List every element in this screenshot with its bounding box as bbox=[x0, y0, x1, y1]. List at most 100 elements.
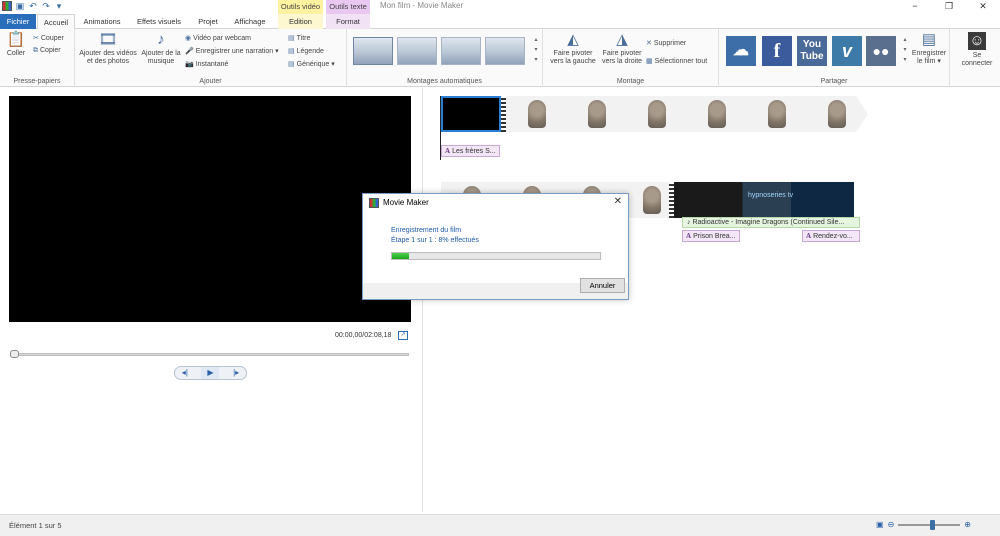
onedrive-icon[interactable]: ☁ bbox=[726, 36, 756, 66]
storyboard-view-icon[interactable]: ▣ bbox=[876, 520, 884, 529]
redo-icon[interactable]: ↷ bbox=[41, 1, 51, 11]
caption-item[interactable]: A Rendez-vo... bbox=[802, 230, 860, 242]
clip-promo-frame[interactable] bbox=[674, 182, 854, 218]
video-preview[interactable] bbox=[9, 96, 411, 322]
zoom-slider[interactable] bbox=[898, 519, 961, 530]
tab-visual-effects[interactable]: Effets visuels bbox=[130, 14, 188, 29]
clip-frame[interactable] bbox=[746, 96, 806, 132]
storyboard-row-1 bbox=[441, 96, 868, 132]
cut-button[interactable]: ✂ Couper bbox=[33, 34, 64, 42]
automovie-theme-4[interactable] bbox=[485, 37, 525, 65]
narration-button[interactable]: 🎤 Enregistrer une narration ▾ bbox=[185, 47, 279, 55]
automovie-theme-2[interactable] bbox=[397, 37, 437, 65]
caption-item[interactable]: A Les frères S... bbox=[441, 145, 500, 157]
webcam-icon: ◉ bbox=[185, 35, 192, 42]
clip-frame[interactable] bbox=[506, 96, 566, 132]
copy-button[interactable]: ⧉ Copier bbox=[33, 47, 61, 55]
fullscreen-preview-icon[interactable]: ↗ bbox=[398, 331, 408, 340]
previous-frame-icon[interactable]: ◂| bbox=[182, 367, 188, 379]
editing-group: ◭ Faire pivoter vers la gauche ◮ Faire p… bbox=[543, 29, 719, 87]
title-button[interactable]: ▤ Titre bbox=[288, 34, 310, 42]
vimeo-icon[interactable]: v bbox=[832, 36, 862, 66]
facebook-icon[interactable]: f bbox=[762, 36, 792, 66]
progress-bar bbox=[391, 252, 601, 260]
youtube-glyph-1: You bbox=[802, 39, 822, 50]
snapshot-label: Instantané bbox=[195, 61, 229, 68]
zoom-in-icon[interactable]: ⊕ bbox=[964, 520, 971, 529]
clip-frame[interactable] bbox=[686, 96, 746, 132]
tab-file[interactable]: Fichier bbox=[0, 14, 36, 29]
caption-icon: A bbox=[806, 232, 812, 240]
sign-in-button[interactable]: ☺ Se connecter bbox=[957, 32, 997, 68]
add-group-label: Ajouter bbox=[199, 78, 222, 85]
select-all-icon: ▦ bbox=[646, 58, 653, 65]
seek-bar[interactable] bbox=[12, 353, 409, 356]
clip-frame[interactable] bbox=[566, 96, 626, 132]
play-icon[interactable]: ▶ bbox=[201, 367, 220, 379]
caption-item[interactable]: A Prison Brea... bbox=[682, 230, 740, 242]
zoom-slider-thumb[interactable] bbox=[929, 519, 935, 530]
tab-home[interactable]: Accueil bbox=[37, 14, 75, 30]
rotate-right-icon: ◮ bbox=[616, 31, 628, 48]
rotate-left-icon: ◭ bbox=[567, 31, 579, 48]
caption-icon: A bbox=[686, 232, 692, 240]
tab-view[interactable]: Affichage bbox=[228, 14, 272, 29]
automovie-theme-3[interactable] bbox=[441, 37, 481, 65]
tab-format[interactable]: Format bbox=[326, 14, 370, 29]
clip-frame[interactable] bbox=[806, 96, 856, 132]
close-button[interactable]: ✕ bbox=[966, 0, 1000, 14]
automovie-theme-1[interactable] bbox=[353, 37, 393, 65]
share-gallery-scroll[interactable]: ▴ ▾ ▾ bbox=[901, 35, 909, 65]
window-controls: − ❐ ✕ bbox=[898, 0, 1000, 14]
music-track[interactable]: ♪ Radioactive - Imagine Dragons (Continu… bbox=[682, 217, 860, 228]
music-track-label: Radioactive - Imagine Dragons (Continued… bbox=[692, 219, 845, 226]
snapshot-button[interactable]: 📷 Instantané bbox=[185, 60, 228, 68]
credits-icon: ▤ bbox=[288, 61, 295, 68]
seek-thumb[interactable] bbox=[10, 350, 19, 358]
webcam-button[interactable]: ◉ Vidéo par webcam bbox=[185, 34, 251, 42]
minimize-button[interactable]: − bbox=[898, 0, 932, 14]
copy-icon: ⧉ bbox=[33, 47, 38, 54]
clip-frame[interactable] bbox=[626, 96, 686, 132]
tab-edit[interactable]: Edition bbox=[278, 14, 323, 29]
automovie-group-label: Montages automatiques bbox=[407, 78, 482, 85]
rotate-right-label-1: Faire pivoter bbox=[602, 50, 642, 57]
clip-title-frame[interactable] bbox=[441, 96, 501, 132]
paste-button[interactable]: 📋 Coller bbox=[4, 32, 28, 58]
rotate-right-label-2: vers la droite bbox=[601, 58, 643, 65]
zoom-out-icon[interactable]: ⊖ bbox=[888, 520, 895, 529]
caption-label: Légende bbox=[296, 48, 324, 55]
automovie-group: ▴ ▾ ▾ Montages automatiques bbox=[347, 29, 543, 87]
select-all-button[interactable]: ▦ Sélectionner tout bbox=[646, 57, 707, 65]
save-movie-button[interactable]: ▤ Enregistrer le film ▾ bbox=[909, 32, 949, 66]
rotate-left-label-2: vers la gauche bbox=[550, 58, 596, 65]
credits-button[interactable]: ▤ Générique ▾ bbox=[288, 60, 335, 68]
rotate-right-button[interactable]: ◮ Faire pivoter vers la droite bbox=[598, 32, 646, 66]
title-bar: ▣ ↶ ↷ ▾ Outils vidéo Outils texte Mon fi… bbox=[0, 0, 1000, 14]
automovie-gallery-scroll[interactable]: ▴ ▾ ▾ bbox=[532, 35, 540, 65]
cut-label: Couper bbox=[40, 35, 64, 42]
restore-button[interactable]: ❐ bbox=[932, 0, 966, 14]
add-music-label-1: Ajouter de la bbox=[141, 50, 181, 57]
customize-qat-icon[interactable]: ▾ bbox=[54, 1, 64, 11]
delete-button[interactable]: ✕ Supprimer bbox=[646, 39, 686, 47]
delete-icon: ✕ bbox=[646, 40, 652, 47]
dialog-close-icon[interactable]: ✕ bbox=[614, 196, 622, 207]
pane-divider[interactable] bbox=[422, 88, 423, 512]
next-frame-icon[interactable]: |▸ bbox=[233, 367, 239, 379]
save-icon[interactable]: ▣ bbox=[15, 1, 25, 11]
cancel-button[interactable]: Annuler bbox=[580, 278, 625, 293]
add-videos-button[interactable]: 🎞 Ajouter des vidéos et des photos bbox=[77, 32, 139, 66]
tab-animations[interactable]: Animations bbox=[78, 14, 126, 29]
tab-project[interactable]: Projet bbox=[192, 14, 224, 29]
rotate-left-button[interactable]: ◭ Faire pivoter vers la gauche bbox=[549, 32, 597, 66]
caption-button[interactable]: ▤ Légende bbox=[288, 47, 324, 55]
scissors-icon: ✂ bbox=[33, 35, 39, 42]
undo-icon[interactable]: ↶ bbox=[28, 1, 38, 11]
add-music-button[interactable]: ♪ Ajouter de la musique bbox=[139, 32, 183, 66]
caption-icon: A bbox=[445, 147, 451, 155]
flickr-icon[interactable]: ●● bbox=[866, 36, 896, 66]
add-videos-label-1: Ajouter des vidéos bbox=[79, 50, 137, 57]
youtube-icon[interactable]: You Tube bbox=[797, 36, 827, 66]
ribbon-tabs: Fichier Accueil Animations Effets visuel… bbox=[0, 14, 1000, 30]
